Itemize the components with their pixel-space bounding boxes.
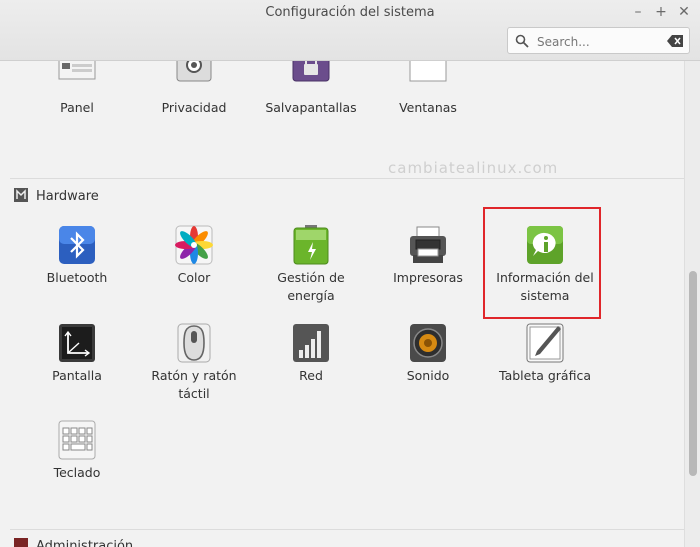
panel-icon [57, 61, 97, 95]
scrollbar-thumb[interactable] [689, 271, 697, 476]
settings-item-printers[interactable]: Impresoras [370, 225, 486, 287]
watermark: cambiatealinux.com [388, 159, 559, 177]
settings-item-color[interactable]: Color [136, 225, 252, 287]
section-header-administration: Administración [14, 538, 133, 547]
settings-item-label: Teclado [53, 465, 101, 480]
administration-icon [14, 538, 28, 547]
settings-window: Configuración del sistema – + ✕ Search..… [0, 0, 700, 547]
maximize-button[interactable]: + [652, 3, 670, 21]
settings-item-windows[interactable]: Ventanas [370, 61, 486, 117]
settings-item-keyboard[interactable]: Teclado [19, 420, 135, 482]
settings-item-power[interactable]: Gestión de energía [253, 225, 369, 305]
section-divider [10, 529, 684, 530]
settings-item-label: Salvapantallas [265, 100, 357, 115]
network-icon [291, 323, 331, 363]
section-header-hardware: Hardware [14, 188, 99, 204]
clear-search-icon[interactable] [667, 35, 683, 47]
battery-icon [291, 225, 331, 265]
settings-item-network[interactable]: Red [253, 323, 369, 385]
title-bar: Configuración del sistema – + ✕ [0, 0, 700, 61]
settings-item-label: Ratón y ratón táctil [151, 368, 237, 401]
highlight-box [483, 207, 601, 319]
display-icon [57, 323, 97, 363]
settings-item-display[interactable]: Pantalla [19, 323, 135, 385]
search-icon [515, 34, 529, 48]
settings-item-sound[interactable]: Sonido [370, 323, 486, 385]
speaker-icon [408, 323, 448, 363]
bluetooth-icon [57, 225, 97, 265]
hardware-icon [14, 188, 28, 202]
search-input[interactable] [535, 31, 659, 52]
settings-item-label: Gestión de energía [277, 270, 345, 303]
settings-item-mouse[interactable]: Ratón y ratón táctil [136, 323, 252, 403]
settings-item-bluetooth[interactable]: Bluetooth [19, 225, 135, 287]
search-box[interactable] [507, 27, 690, 54]
section-title: Administración [36, 539, 134, 547]
windows-icon [408, 61, 448, 95]
settings-item-privacy[interactable]: Privacidad [136, 61, 252, 117]
section-title: Hardware [36, 189, 99, 204]
settings-item-label: Privacidad [161, 100, 227, 115]
settings-item-label: Sonido [406, 368, 450, 383]
keyboard-icon [57, 420, 97, 460]
minimize-button[interactable]: – [629, 3, 647, 21]
printer-icon [408, 225, 448, 265]
close-button[interactable]: ✕ [675, 3, 693, 21]
settings-item-screensaver[interactable]: Salvapantallas [253, 61, 369, 117]
settings-item-label: Bluetooth [46, 270, 108, 285]
settings-item-tablet[interactable]: Tableta gráfica [487, 323, 603, 385]
screensaver-lock-icon [291, 61, 331, 95]
settings-item-label: Impresoras [393, 270, 463, 285]
privacy-icon [174, 61, 214, 95]
settings-item-label: Pantalla [52, 368, 102, 383]
vertical-scrollbar[interactable] [684, 61, 700, 547]
tablet-icon [525, 323, 565, 363]
settings-item-label: Color [177, 270, 211, 285]
mouse-icon [174, 323, 214, 363]
settings-item-label: Tableta gráfica [499, 368, 591, 383]
settings-item-label: Panel [60, 100, 94, 115]
color-icon [174, 225, 214, 265]
window-title: Configuración del sistema [265, 5, 435, 20]
settings-item-panel[interactable]: Panel [19, 61, 135, 117]
settings-item-label: Ventanas [399, 100, 457, 115]
settings-item-label: Red [299, 368, 323, 383]
section-divider [10, 178, 684, 179]
